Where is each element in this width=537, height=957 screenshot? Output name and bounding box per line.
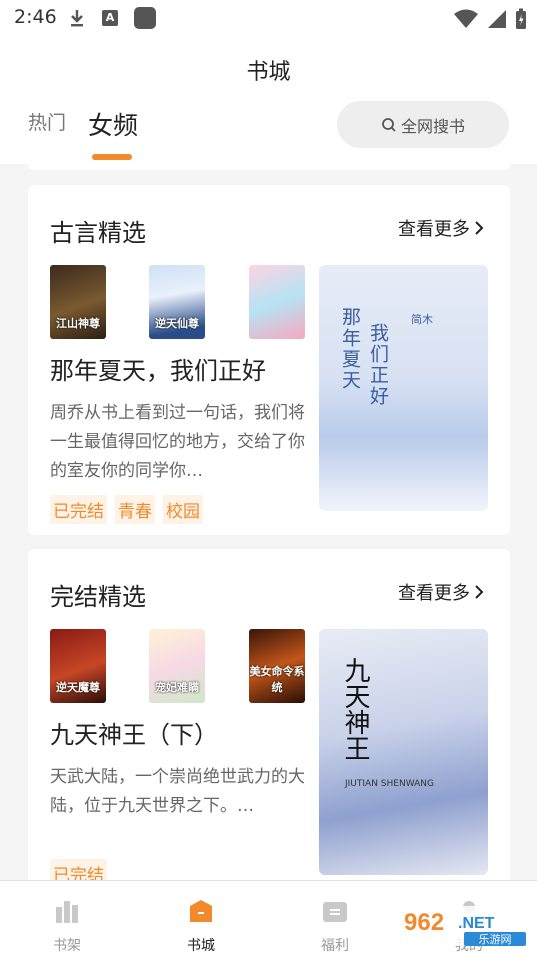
section-title: 完结精选	[50, 583, 146, 611]
book-title[interactable]: 九天神王（下）	[50, 715, 218, 750]
book-tags: 已完结 青春 校园	[50, 495, 203, 524]
book-thumb-title: 美女命令系统	[249, 665, 305, 694]
app-notification-icon	[134, 7, 156, 29]
cover-author: 简木	[411, 313, 433, 326]
nav-bookstore[interactable]: 书城	[156, 881, 246, 955]
book-thumb-title: 逆天仙尊	[155, 317, 199, 330]
featured-book-cover[interactable]: 那年夏天 我们正好 简木	[319, 265, 488, 511]
featured-book-cover[interactable]: 九天神王 JIUTIAN SHENWANG	[319, 629, 488, 875]
nav-label: 书城	[187, 938, 215, 954]
tab-female[interactable]: 女频	[88, 106, 138, 142]
a-notification-icon: A	[102, 10, 118, 26]
nav-welfare[interactable]: 福利	[290, 881, 380, 955]
page-title: 书城	[246, 60, 291, 85]
book-description: 周乔从书上看到过一句话，我们将一生最值得回忆的地方，交给了你的室友你的同学你…	[50, 403, 305, 481]
previous-card-edge	[28, 160, 510, 170]
book-thumb-title: 江山神尊	[56, 317, 100, 330]
book-thumb[interactable]	[249, 265, 305, 339]
bookshelf-icon	[56, 901, 78, 923]
view-more-button[interactable]: 查看更多	[398, 215, 484, 241]
welfare-icon	[323, 902, 347, 922]
watermark-logo: 962 .NET 乐游网	[398, 906, 530, 946]
view-more-button[interactable]: 查看更多	[398, 579, 484, 605]
search-label: 全网搜书	[400, 116, 465, 136]
view-more-label: 查看更多	[398, 219, 470, 240]
svg-text:乐游网: 乐游网	[479, 933, 512, 946]
cover-title: 九天神王	[340, 657, 370, 761]
svg-text:.NET: .NET	[458, 915, 495, 932]
nav-label: 福利	[321, 938, 349, 954]
download-icon	[71, 10, 83, 27]
cover-subtitle: JIUTIAN SHENWANG	[345, 779, 434, 789]
search-button[interactable]: 全网搜书	[337, 101, 509, 148]
section-card-gu-yan: 古言精选 查看更多 江山神尊 逆天仙尊 那年夏天，我们正好 周乔从书上看到过一句…	[28, 185, 510, 535]
header: 书城 热门 女频 全网搜书	[0, 36, 537, 164]
svg-text:962: 962	[404, 909, 444, 936]
chevron-right-icon	[475, 585, 484, 599]
book-thumb[interactable]: 逆天魔尊	[50, 629, 106, 703]
wifi-icon	[454, 9, 478, 28]
nav-label: 书架	[53, 938, 81, 954]
book-thumb-title: 宠妃难瞒	[155, 681, 199, 694]
tag: 已完结	[50, 495, 107, 524]
book-thumb[interactable]: 宠妃难瞒	[149, 629, 205, 703]
tag: 校园	[163, 495, 203, 524]
status-bar: 2:46 A	[0, 0, 537, 36]
book-thumb[interactable]: 逆天仙尊	[149, 265, 205, 339]
book-description: 天武大陆，一个崇尚绝世武力的大陆，位于九天世界之下。…	[50, 767, 305, 816]
cover-title-line-2: 我们正好	[367, 323, 389, 407]
book-thumb[interactable]: 江山神尊	[50, 265, 106, 339]
battery-icon	[516, 8, 526, 29]
nav-bookshelf[interactable]: 书架	[22, 881, 112, 955]
cover-title-line-1: 那年夏天	[339, 307, 361, 391]
bookstore-icon	[190, 900, 212, 922]
chevron-right-icon	[475, 221, 484, 235]
section-card-completed: 完结精选 查看更多 逆天魔尊 宠妃难瞒 美女命令系统 九天神王（下） 天武大陆，…	[28, 549, 510, 889]
signal-icon	[488, 10, 506, 28]
view-more-label: 查看更多	[398, 583, 470, 604]
book-thumb-title: 逆天魔尊	[56, 681, 100, 694]
book-title[interactable]: 那年夏天，我们正好	[50, 351, 266, 386]
status-time: 2:46	[14, 6, 57, 28]
book-thumb[interactable]: 美女命令系统	[249, 629, 305, 703]
tab-hot[interactable]: 热门	[28, 108, 66, 135]
section-title: 古言精选	[50, 219, 146, 247]
tag: 青春	[115, 495, 155, 524]
search-icon	[382, 117, 396, 132]
